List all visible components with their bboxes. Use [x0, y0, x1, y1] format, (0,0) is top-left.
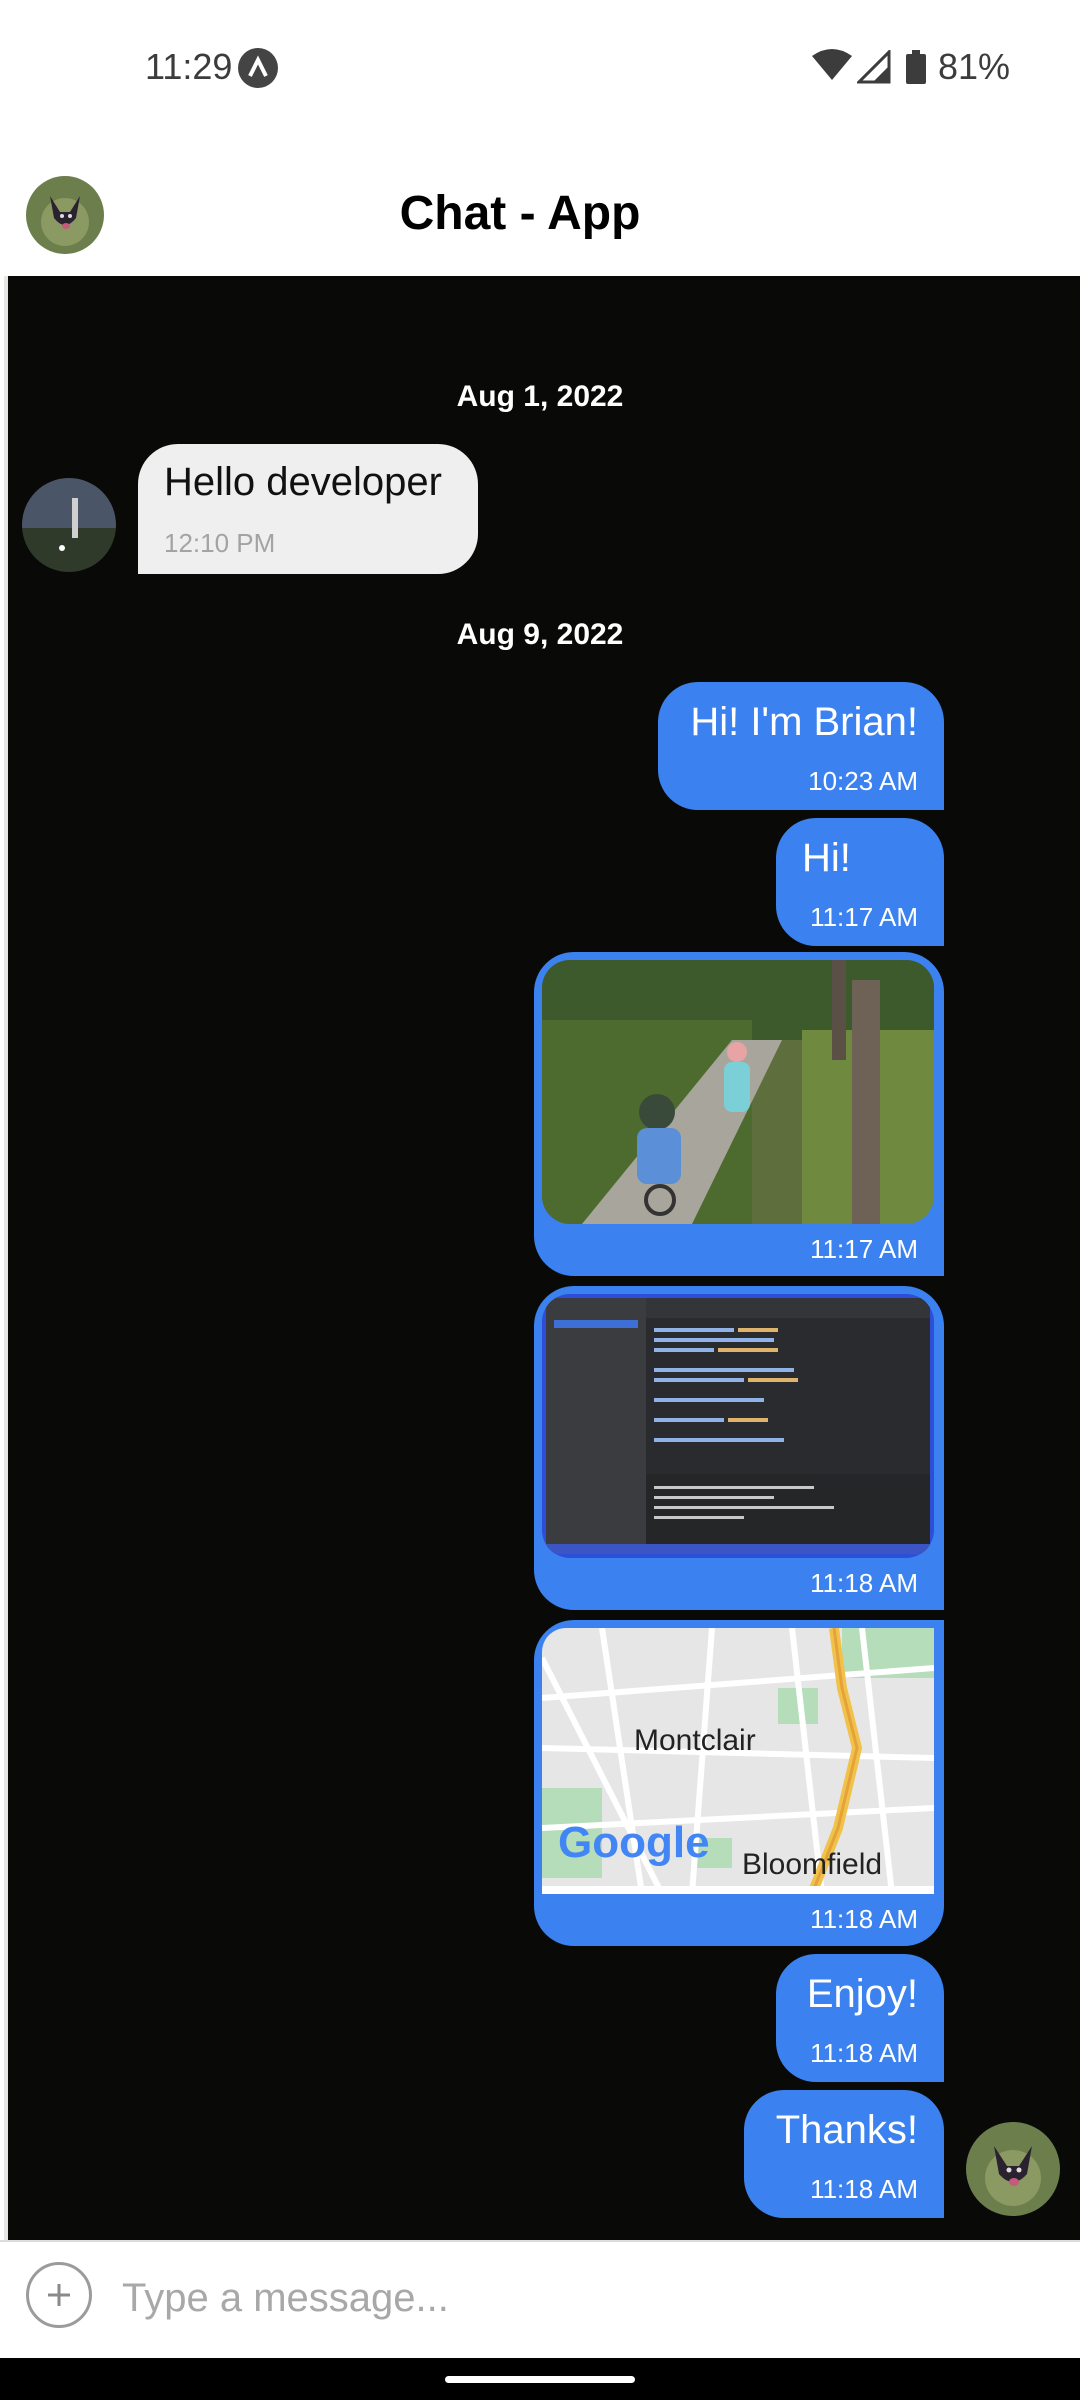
date-separator: Aug 1, 2022	[456, 380, 624, 413]
location-message-bubble[interactable]: Montclair Bloomfield Google 11:18 AM	[534, 1620, 944, 1946]
home-gesture-handle[interactable]	[445, 2376, 635, 2383]
status-time: 11:29	[145, 46, 233, 87]
page-title: Chat - App	[399, 187, 641, 240]
image-message-bubble[interactable]: 11:17 AM	[534, 952, 944, 1276]
map-brand-logo: Google	[558, 1818, 710, 1867]
message-text: Hi!	[802, 836, 851, 880]
map-preview[interactable]: Montclair Bloomfield Google	[542, 1628, 934, 1894]
message-bubble-outgoing[interactable]: Hi! 11:17 AM	[776, 818, 944, 946]
add-attachment-button[interactable]	[26, 2262, 92, 2328]
message-bubble-outgoing[interactable]: Enjoy! 11:18 AM	[776, 1954, 944, 2082]
message-time: 11:17 AM	[810, 1234, 918, 1264]
message-time: 10:23 AM	[808, 766, 918, 796]
message-text: Hello developer	[164, 460, 442, 504]
message-input[interactable]	[120, 2262, 1024, 2334]
message-time: 11:18 AM	[810, 2174, 918, 2204]
wifi-icon	[812, 49, 852, 80]
add-attachment-icon	[48, 2284, 70, 2306]
message-bubble-outgoing[interactable]: Hi! I'm Brian! 10:23 AM	[658, 682, 944, 810]
message-time: 12:10 PM	[164, 528, 276, 558]
map-label: Bloomfield	[742, 1848, 883, 1881]
battery-icon	[906, 50, 926, 84]
photo-kids-biking[interactable]	[542, 960, 934, 1224]
message-bubble-incoming[interactable]: Hello developer 12:10 PM	[138, 444, 478, 574]
message-time: 11:18 AM	[810, 1568, 918, 1598]
photo-code-screen[interactable]	[542, 1294, 934, 1558]
battery-percentage: 81%	[938, 46, 1011, 87]
map-label: Montclair	[634, 1724, 756, 1757]
date-separator: Aug 9, 2022	[456, 618, 624, 651]
message-time: 11:18 AM	[810, 1904, 918, 1934]
message-text: Hi! I'm Brian!	[690, 700, 918, 744]
message-time: 11:17 AM	[810, 902, 918, 932]
sender-avatar[interactable]	[22, 478, 116, 572]
signal-icon	[857, 50, 891, 84]
image-message-bubble[interactable]: 11:18 AM	[534, 1286, 944, 1610]
app-status-icon	[238, 48, 278, 88]
own-avatar[interactable]	[966, 2122, 1060, 2216]
message-bubble-outgoing[interactable]: Thanks! 11:18 AM	[744, 2090, 944, 2218]
message-time: 11:18 AM	[810, 2038, 918, 2068]
message-text: Enjoy!	[806, 1972, 918, 2016]
message-text: Thanks!	[775, 2108, 918, 2152]
